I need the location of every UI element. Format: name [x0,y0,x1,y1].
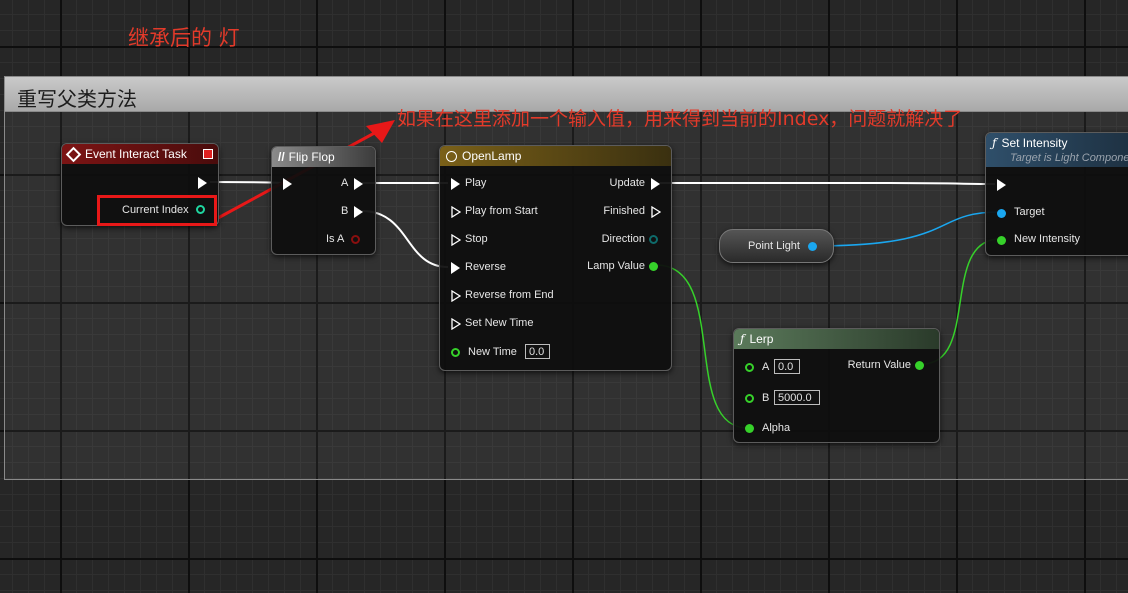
reverse-from-end-pin[interactable] [451,290,461,302]
lerp-alpha-label: Alpha [762,422,791,434]
return-value-label: Return Value [847,359,911,371]
new-intensity-pin[interactable] [997,236,1006,245]
set-intensity-exec-in-pin[interactable] [997,179,1006,191]
set-intensity-subtitle: Target is Light Component [1010,152,1128,164]
play-from-start-label: Play from Start [465,205,538,217]
set-new-time-pin[interactable] [451,318,461,330]
set-intensity-target-pin[interactable] [997,209,1006,218]
stop-label: Stop [465,233,488,245]
flip-flop-node[interactable]: // Flip Flop A B Is A [271,146,376,255]
new-time-pin[interactable] [451,348,460,357]
new-time-input[interactable]: 0.0 [525,344,550,359]
function-icon: ƒ [740,332,745,346]
play-label: Play [465,177,487,189]
finished-pin[interactable] [651,206,661,218]
lamp-value-pin[interactable] [649,262,658,271]
direction-label: Direction [601,233,645,245]
return-value-pin[interactable] [915,361,924,370]
lerp-b-input[interactable]: 5000.0 [774,390,820,405]
point-light-pin[interactable] [808,242,817,251]
annotation-arrow-head [366,120,395,143]
flip-flop-header[interactable]: // Flip Flop [272,147,375,167]
open-lamp-header[interactable]: OpenLamp [440,146,671,166]
flip-flop-is-a-pin[interactable] [351,235,360,244]
stop-pin[interactable] [451,234,461,246]
lerp-a-label: A [762,361,770,373]
event-exec-out-pin[interactable] [198,177,207,189]
flip-flop-exec-in-pin[interactable] [283,178,292,190]
wire-object-pointlight-to-target [813,211,1001,247]
lerp-node[interactable]: ƒ Lerp A 0.0 B 5000.0 Alpha Return Value [733,328,940,443]
point-light-label: Point Light [748,240,800,252]
delegate-pin-icon[interactable] [203,149,213,159]
macro-icon: // [278,150,285,164]
lerp-title: Lerp [749,332,774,346]
point-light-variable-node[interactable]: Point Light [719,229,834,263]
flip-flop-is-a-label: Is A [326,233,345,245]
lerp-alpha-pin[interactable] [745,424,754,433]
set-intensity-function-icon: ƒ [992,136,997,150]
reverse-label: Reverse [465,261,506,273]
finished-label: Finished [603,205,645,217]
update-pin[interactable] [651,178,660,190]
annotation-note: 如果在这里添加一个输入值，用来得到当前的Index，问题就解决了 [397,108,963,130]
lerp-header[interactable]: ƒ Lerp [734,329,939,349]
set-new-time-label: Set New Time [465,317,534,329]
update-label: Update [609,177,645,189]
new-intensity-label: New Intensity [1014,233,1081,245]
flip-flop-b-label: B [341,205,349,217]
play-pin[interactable] [451,178,460,190]
wire-exec-update-to-set [660,182,996,185]
flip-flop-b-pin[interactable] [354,206,363,218]
flip-flop-title: Flip Flop [288,150,335,164]
direction-pin[interactable] [649,235,658,244]
annotation-highlight-box [97,195,217,226]
lerp-b-pin[interactable] [745,394,754,403]
set-intensity-node[interactable]: ƒ Set Intensity Target is Light Componen… [985,132,1128,256]
flip-flop-a-label: A [341,177,349,189]
reverse-pin[interactable] [451,262,460,274]
clock-icon [446,150,457,162]
flip-flop-a-pin[interactable] [354,178,363,190]
play-from-start-pin[interactable] [451,206,461,218]
lerp-a-pin[interactable] [745,363,754,372]
open-lamp-timeline-node[interactable]: OpenLamp Play Play from Start Stop Rever… [439,145,672,371]
set-intensity-title: Set Intensity [1001,136,1068,150]
event-diamond-icon [65,146,82,162]
lerp-a-input[interactable]: 0.0 [774,359,800,374]
open-lamp-title: OpenLamp [462,149,522,163]
lerp-b-label: B [762,392,770,404]
new-time-label: New Time [468,346,517,358]
reverse-from-end-label: Reverse from End [465,289,554,301]
set-intensity-target-label: Target [1014,206,1045,218]
lamp-value-label: Lamp Value [587,260,645,272]
event-node-title: Event Interact Task [85,147,187,161]
event-node-header[interactable]: Event Interact Task [62,144,218,164]
